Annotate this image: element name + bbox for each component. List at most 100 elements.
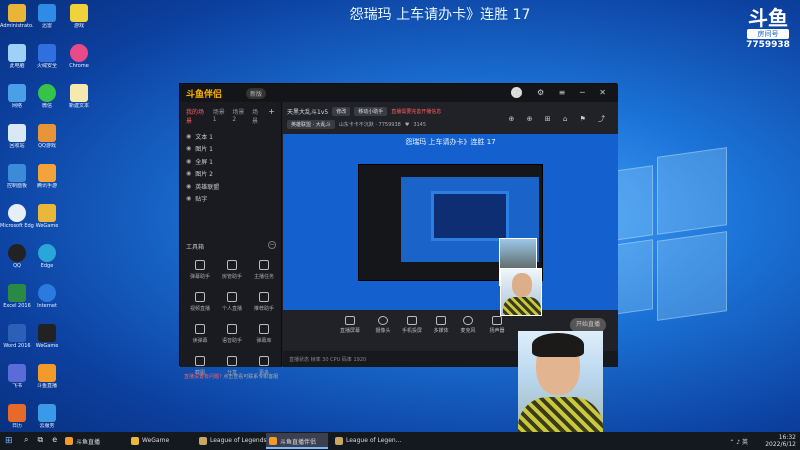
source-item[interactable]: ◉ 英雄联盟 [180, 180, 281, 193]
toolbox-title: 工具箱 [186, 244, 205, 251]
desktop-icon[interactable]: Edge [30, 244, 64, 282]
desktop-icon[interactable]: QQ [0, 244, 34, 282]
speaker-icon [492, 316, 502, 325]
douyu-room-badge: 斗鱼 房间号 7759938 [742, 8, 794, 50]
tool-item[interactable]: 推荐助手 [248, 290, 280, 318]
room-toolbar-icons[interactable]: ⊕ ⊕ ⊞ ⌂ ⚑ ⤴ [509, 114, 610, 124]
taskbar-item[interactable]: League of Legen... [332, 433, 401, 449]
phone-icon [407, 316, 417, 325]
tab-scene[interactable]: 场景2 [232, 107, 246, 125]
microphone-button[interactable]: 麦克风 [453, 316, 483, 334]
source-item[interactable]: ◉ 图片 1 [180, 143, 281, 156]
speaker-button[interactable]: 扬声器 [482, 316, 512, 334]
eye-icon[interactable]: ◉ [186, 158, 191, 165]
tab-scene[interactable]: 我的场景 [186, 107, 207, 125]
desktop-icon[interactable]: 网络 [0, 84, 34, 122]
help-notice[interactable]: 直播设置有问题? 点击查看可联系专职客服 [184, 373, 278, 380]
desktop-icon[interactable]: 迅雷 [30, 4, 64, 42]
desktop-icon[interactable]: 腾讯手游 [30, 164, 64, 202]
windows-start-icon[interactable]: ⊞ [5, 436, 15, 446]
desktop-icon[interactable]: 斗鱼直播 [30, 364, 64, 402]
streaming-app-window: 斗鱼伴侣 新版 ◻ ⚙ ≡ ─ ✕ 我的场景 场景1 场景2 场景 + ◉ 文本 … [179, 83, 618, 380]
tool-item[interactable]: 主播任务 [248, 258, 280, 286]
search-icon[interactable]: ⌕ [24, 435, 28, 445]
desktop: 怨瑞玛 上车请办卡》连胜 17 斗鱼 房间号 7759938 Administr… [0, 0, 800, 450]
taskbar-item[interactable]: 斗鱼直播 [62, 433, 122, 449]
microphone-icon [463, 316, 473, 325]
desktop-icon[interactable]: 火绒安全 [30, 44, 64, 82]
source-item[interactable]: ◉ 图片 2 [180, 168, 281, 181]
desktop-icon[interactable]: WeGame [30, 204, 64, 242]
stream-title-overlay: 怨瑞玛 上车请办卡》连胜 17 [349, 7, 531, 23]
room-info: 山东卡卡不沉默 · 7759938 [338, 122, 401, 128]
tool-item[interactable]: 语音助手 [216, 322, 248, 350]
eye-icon[interactable]: ◉ [186, 195, 191, 202]
desktop-icon[interactable]: 回收站 [0, 124, 34, 162]
tray-icons[interactable]: ⌃ ♪ 英 [729, 437, 748, 446]
app-titlebar: 斗鱼伴侣 新版 ◻ ⚙ ≡ ─ ✕ [180, 84, 618, 102]
tool-item[interactable]: 弹幕库 [248, 322, 280, 350]
tab-scene[interactable]: 场景1 [213, 107, 227, 125]
room-tag: 房间号 [747, 29, 789, 39]
desktop-icon[interactable]: Excel 2016 [0, 284, 34, 322]
clock-time: 16:32 [778, 434, 796, 441]
media-icon [436, 316, 446, 325]
desktop-icons-col1: Administrato... 此电脑 网络 回收站 控制面板 Microsof… [0, 2, 34, 442]
desktop-icon[interactable]: Internet [30, 284, 64, 322]
source-item[interactable]: ◉ 贴字 [180, 193, 281, 206]
tool-icon [227, 260, 237, 270]
tool-item[interactable]: 视频直播 [184, 290, 216, 318]
tool-item[interactable]: 读弹幕 [184, 322, 216, 350]
desktop-icon[interactable]: 飞书 [0, 364, 34, 402]
category-chip[interactable]: 英雄联盟 · 大乱斗 [287, 120, 335, 129]
desktop-icon[interactable]: 新建文本 [62, 84, 96, 122]
desktop-icon[interactable]: QQ游戏 [30, 124, 64, 162]
tool-icon [259, 356, 269, 366]
screen-capture-button[interactable]: 直播屏幕 [335, 316, 365, 334]
warning-text[interactable]: 直播需要完善开播信息 [391, 108, 441, 115]
camera-button[interactable]: 摄像头 [368, 316, 398, 334]
room-name: 天黑大乱斗1v5 [287, 109, 329, 116]
assistant-button[interactable]: 移动小助手 [354, 107, 388, 116]
desktop-icon[interactable]: 控制面板 [0, 164, 34, 202]
add-scene-button[interactable]: + [268, 107, 275, 125]
system-tray[interactable]: 16:32 2022/6/12 [765, 434, 796, 448]
desktop-icon[interactable]: Administrato... [0, 4, 34, 42]
media-button[interactable]: 多媒体 [426, 316, 456, 334]
desktop-icon[interactable]: 微信 [30, 84, 64, 122]
start-live-button[interactable]: 开始直播 [570, 318, 606, 332]
collapse-icon[interactable]: − [268, 241, 276, 249]
desktop-icon[interactable]: WeGame [30, 324, 64, 362]
taskbar-item[interactable]: League of Legends [196, 433, 267, 449]
desktop-icon[interactable]: 此电脑 [0, 44, 34, 82]
tool-icon [259, 292, 269, 302]
tool-icon [227, 324, 237, 334]
tool-icon [195, 260, 205, 270]
monitor-icon [345, 316, 355, 325]
edit-button[interactable]: 修改 [332, 107, 351, 116]
room-number: 7759938 [746, 40, 790, 50]
eye-icon[interactable]: ◉ [186, 133, 191, 140]
eye-icon[interactable]: ◉ [186, 170, 191, 177]
tool-item[interactable]: 弹幕助手 [184, 258, 216, 286]
live-room-area: 天黑大乱斗1v5 修改 移动小助手 直播需要完善开播信息 英雄联盟 · 大乱斗 … [283, 102, 618, 367]
version-badge[interactable]: 新版 [246, 88, 267, 99]
desktop-icon[interactable]: Microsoft Edge [0, 204, 34, 242]
edge-icon[interactable]: e [52, 435, 57, 445]
phone-cast-button[interactable]: 手机投屏 [397, 316, 427, 334]
desktop-icon[interactable]: Chrome [62, 44, 96, 82]
eye-icon[interactable]: ◉ [186, 145, 191, 152]
source-item[interactable]: ◉ 全屏 1 [180, 155, 281, 168]
eye-icon[interactable]: ◉ [186, 183, 191, 190]
desktop-icon[interactable]: Word 2016 [0, 324, 34, 362]
taskbar-item-active[interactable]: 斗鱼直播伴侣 [266, 433, 328, 449]
tool-item[interactable]: 个人直播 [216, 290, 248, 318]
tab-scene[interactable]: 场景 [252, 107, 262, 125]
tool-item[interactable]: 房管助手 [216, 258, 248, 286]
source-item[interactable]: ◉ 文本 1 [180, 130, 281, 143]
desktop-icon[interactable]: 游戏 [62, 4, 96, 42]
taskbar-item[interactable]: WeGame [128, 433, 190, 449]
task-view-icon[interactable]: ⧉ [37, 435, 43, 445]
window-controls[interactable]: ◻ ⚙ ≡ ─ ✕ [516, 88, 612, 97]
tool-icon [259, 324, 269, 334]
